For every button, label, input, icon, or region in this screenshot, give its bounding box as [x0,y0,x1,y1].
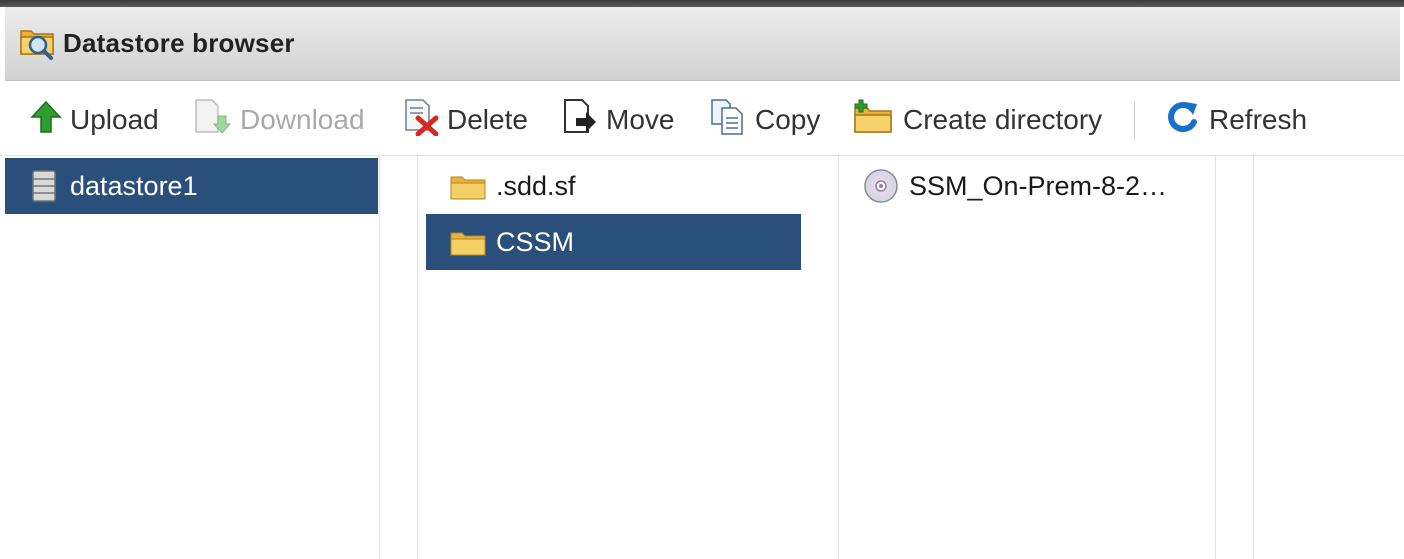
file-item[interactable]: SSM_On-Prem-8-2… [839,158,1214,214]
move-button[interactable]: Move [562,84,674,156]
database-icon [32,170,56,202]
folder-pane: .sdd.sf CSSM [418,156,839,559]
folder-label: CSSM [496,226,575,257]
toolbar: Upload Download Delete Move Copy Create … [0,84,1404,156]
download-icon [192,98,240,143]
empty-pane [1216,156,1254,559]
datastore-browser-icon [5,21,57,66]
upload-button[interactable]: Upload [30,84,159,156]
disc-image-icon [863,168,899,204]
create-directory-label: Create directory [903,104,1103,135]
delete-button[interactable]: Delete [403,84,528,156]
copy-documents-icon [709,98,755,143]
pane-gap [380,156,418,559]
toolbar-separator [1134,102,1135,140]
refresh-icon [1163,98,1209,143]
download-button[interactable]: Download [192,84,365,156]
file-pane: SSM_On-Prem-8-2… [839,156,1216,559]
move-document-icon [562,98,606,143]
copy-label: Copy [755,104,821,135]
folder-item[interactable]: .sdd.sf [426,158,801,214]
title-bar: Datastore browser [5,7,1400,81]
download-label: Download [240,104,365,135]
refresh-label: Refresh [1209,104,1308,135]
create-directory-button[interactable]: Create directory [853,84,1102,156]
datastore-pane: datastore1 [0,156,380,559]
refresh-button[interactable]: Refresh [1163,84,1307,156]
upload-arrow-icon [30,100,70,141]
move-label: Move [606,104,675,135]
folder-item[interactable]: CSSM [426,214,801,270]
datastore-item[interactable]: datastore1 [5,158,378,214]
delete-document-icon [403,98,447,143]
file-label: SSM_On-Prem-8-2… [909,170,1168,201]
upload-label: Upload [70,104,159,135]
window-top-edge [0,0,1404,7]
folder-icon [450,172,486,200]
new-folder-icon [853,98,903,143]
delete-label: Delete [447,104,528,135]
window-title: Datastore browser [63,28,295,58]
folder-icon [450,228,486,256]
datastore-label: datastore1 [70,170,198,201]
folder-label: .sdd.sf [496,170,576,201]
copy-button[interactable]: Copy [709,84,820,156]
